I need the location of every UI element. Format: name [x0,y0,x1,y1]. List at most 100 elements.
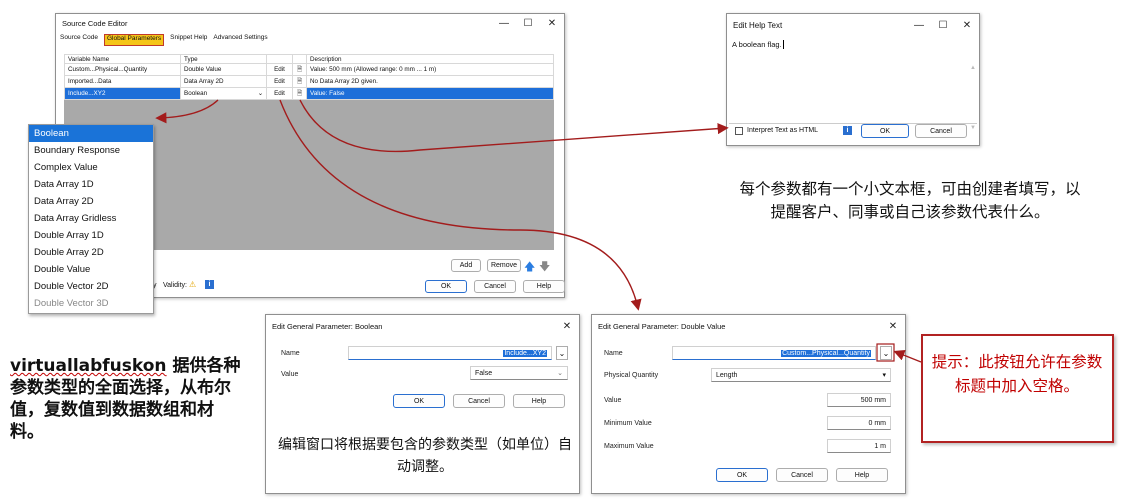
warning-icon: ⚠ [189,280,197,289]
info-icon[interactable]: i [205,280,214,289]
col-variable-name: Variable Name [64,54,181,64]
minimum-value-label: Minimum Value [604,420,652,427]
row-edit-button[interactable]: Edit [266,75,293,88]
name-label: Name [281,350,300,357]
row-description: Value: False [306,87,554,100]
title-bar: Source Code Editor — ☐ ✕ [56,14,564,32]
chevron-down-icon[interactable]: ⌄ [556,346,568,360]
table-row[interactable]: Custom...Physical...Quantity Double Valu… [64,63,554,76]
value-field[interactable]: 500 mm [827,393,891,407]
arrow-up-icon[interactable]: 🡅 [524,258,535,277]
html-checkbox-label: Interpret Text as HTML [747,127,819,134]
help-button[interactable]: Help [523,280,565,293]
row-edit-button[interactable]: Edit [266,87,293,100]
row-description: Value: 500 mm (Allowed range: 0 mm ... 1… [306,63,554,76]
physical-quantity-select[interactable]: Length ▾ [711,368,891,382]
col-edit [266,54,293,64]
cancel-button[interactable]: Cancel [453,394,505,408]
add-button[interactable]: Add [451,259,481,272]
dropdown-option[interactable]: Data Array Gridless [29,210,153,227]
validity-label: Validity: [163,282,187,289]
row-edit-button[interactable]: Edit [266,63,293,76]
dropdown-option[interactable]: Double Vector 3D [29,295,153,312]
chevron-down-icon[interactable]: ⌄ [880,346,892,360]
help-button[interactable]: Help [836,468,888,482]
document-icon[interactable]: 🗎 [292,87,307,100]
dropdown-option[interactable]: Boolean [29,125,153,142]
help-text-content: A boolean flag. [732,40,782,49]
cancel-button[interactable]: Cancel [915,124,967,138]
table-row[interactable]: Imported...Data Data Array 2D Edit 🗎 No … [64,75,554,88]
dropdown-option[interactable]: Boundary Response [29,142,153,159]
help-text-annotation: 每个参数都有一个小文本框，可由创建者填写，以提醒客户、同事或自己该参数代表什么。 [739,180,1081,221]
minimize-icon[interactable]: — [907,16,931,34]
close-icon[interactable]: ✕ [555,317,579,335]
minimum-value-field[interactable]: 0 mm [827,416,891,430]
row-description: No Data Array 2D given. [306,75,554,88]
minimize-icon[interactable]: — [492,14,516,32]
edit-double-dialog: Edit General Parameter: Double Value ✕ N… [591,314,906,494]
close-icon[interactable]: ✕ [955,16,979,34]
name-label: Name [604,350,623,357]
maximum-value-field[interactable]: 1 m [827,439,891,453]
parameter-table: Variable Name Type Description Custom...… [64,54,554,100]
window-title: Edit General Parameter: Boolean [272,321,383,331]
close-icon[interactable]: ✕ [540,14,564,32]
help-button[interactable]: Help [513,394,565,408]
physical-quantity-label: Physical Quantity [604,372,659,379]
chevron-down-icon[interactable]: ⌄ [258,90,263,97]
tab-advanced-settings[interactable]: Advanced Settings [213,34,267,46]
name-value: Include...XY2 [503,349,547,357]
row-name: Imported...Data [64,75,181,88]
dropdown-option[interactable]: Double Vector 2D [29,278,153,295]
tab-global-parameters[interactable]: Global Parameters [103,34,165,46]
dropdown-option[interactable]: Double Value [29,261,153,278]
row-type[interactable]: Boolean ⌄ [180,87,267,100]
row-type: Data Array 2D [180,75,267,88]
ok-button[interactable]: OK [716,468,768,482]
dropdown-option[interactable]: Double Array 2D [29,244,153,261]
value-select-text: False [475,369,493,377]
window-title: Source Code Editor [62,18,128,28]
title-bar: Edit General Parameter: Boolean ✕ [266,315,579,337]
value-label: Value [604,397,622,404]
tab-source-code[interactable]: Source Code [60,34,98,46]
row-type: Double Value [180,63,267,76]
cancel-button[interactable]: Cancel [776,468,828,482]
types-annotation: virtuallabfuskon 据供各种参数类型的全面选择，从布尔值，复数值到… [10,355,245,443]
table-row[interactable]: Include...XY2 Boolean ⌄ Edit 🗎 Value: Fal… [64,87,554,100]
caret-down-icon: ▾ [882,372,886,379]
ok-button[interactable]: OK [425,280,467,293]
name-field[interactable]: Custom...Physical...Quantity [672,346,876,360]
value-label: Value [281,371,299,378]
close-icon[interactable]: ✕ [881,317,905,335]
ok-button[interactable]: OK [861,124,909,138]
maximize-icon[interactable]: ☐ [516,14,540,32]
maximize-icon[interactable]: ☐ [931,16,955,34]
edit-help-text-window: Edit Help Text — ☐ ✕ A boolean flag. ▲ ▼ … [726,13,980,146]
dropdown-option[interactable]: Double Array 1D [29,227,153,244]
help-text-area[interactable]: A boolean flag. [729,36,977,124]
dropdown-option[interactable]: Complex Value [29,159,153,176]
arrow-down-icon[interactable]: 🡇 [539,258,550,277]
title-bar: Edit General Parameter: Double Value ✕ [592,315,905,337]
remove-button[interactable]: Remove [487,259,521,272]
col-doc [292,54,307,64]
row-type-value: Boolean [184,90,208,97]
dropdown-option[interactable]: Data Array 1D [29,176,153,193]
scrollbar[interactable]: ▲ ▼ [969,38,977,131]
ok-button[interactable]: OK [393,394,445,408]
brand-name: virtuallabfuskon [10,356,167,376]
tab-bar: Source Code Global Parameters Snippet He… [60,34,268,46]
document-icon[interactable]: 🗎 [292,63,307,76]
name-field[interactable]: Include...XY2 [348,346,552,360]
value-select[interactable]: False ⌄ [470,366,568,380]
name-value: Custom...Physical...Quantity [781,349,871,357]
cancel-button[interactable]: Cancel [474,280,516,293]
html-checkbox[interactable] [735,127,743,135]
maximum-value-text: 1 m [874,442,886,450]
info-icon[interactable]: i [843,126,852,135]
document-icon[interactable]: 🗎 [292,75,307,88]
dropdown-option[interactable]: Data Array 2D [29,193,153,210]
tab-snippet-help[interactable]: Snippet Help [170,34,207,46]
